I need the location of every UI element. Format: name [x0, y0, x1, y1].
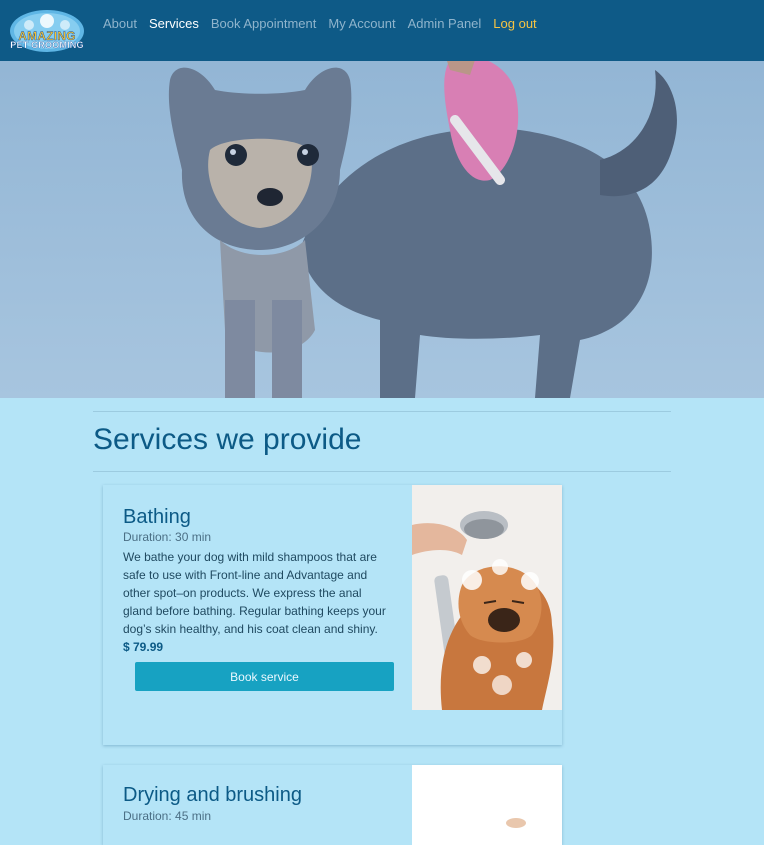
navbar: AMAZING PET GROOMING About Services Book…	[0, 0, 764, 61]
nav-log-out[interactable]: Log out	[493, 16, 536, 32]
service-image-bathing	[412, 485, 562, 710]
nav-my-account[interactable]: My Account	[328, 16, 395, 32]
bathing-dog-image	[412, 485, 562, 710]
service-price: $ 79.99	[123, 640, 164, 654]
service-title: Drying and brushing	[123, 784, 302, 806]
service-duration: Duration: 45 min	[123, 809, 212, 823]
service-description: We bathe your dog with mild shampoos tha…	[123, 550, 386, 636]
nav-about[interactable]: About	[103, 16, 137, 32]
main-nav: About Services Book Appointment My Accou…	[103, 16, 537, 32]
service-duration: Duration: 30 min	[123, 530, 212, 544]
nav-admin-panel[interactable]: Admin Panel	[408, 16, 482, 32]
nav-services[interactable]: Services	[149, 16, 199, 32]
divider	[93, 411, 671, 412]
drying-dog-image	[412, 765, 562, 845]
brand-logo[interactable]: AMAZING PET GROOMING	[9, 9, 85, 53]
nav-book-appointment[interactable]: Book Appointment	[211, 16, 317, 32]
service-image-drying	[412, 765, 562, 845]
page-title: Services we provide	[93, 423, 362, 456]
service-card-bathing: Bathing Duration: 30 min We bathe your d…	[103, 485, 562, 745]
logo-line2: PET GROOMING	[10, 40, 84, 50]
service-title: Bathing	[123, 506, 191, 528]
service-card-drying-brushing: Drying and brushing Duration: 45 min	[103, 765, 562, 845]
book-service-button[interactable]: Book service	[135, 662, 394, 691]
divider	[93, 471, 671, 472]
